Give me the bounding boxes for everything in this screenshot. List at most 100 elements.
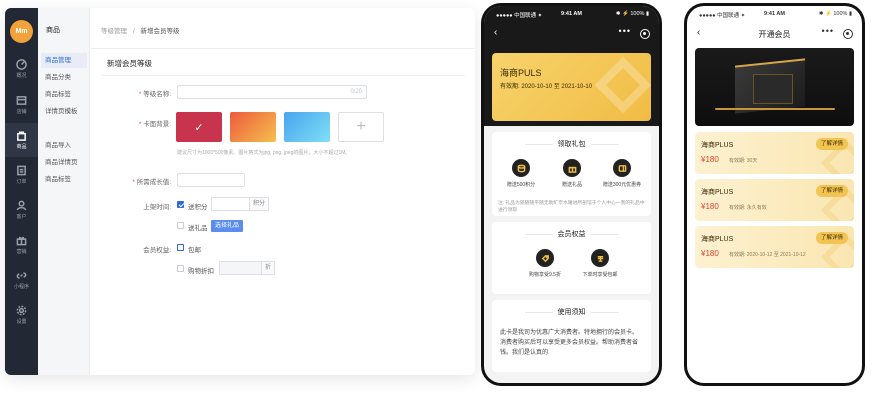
user-icon (16, 200, 27, 211)
more-icon[interactable]: ••• (619, 26, 631, 36)
nav-label: 商品 (16, 144, 27, 150)
growth-input[interactable] (177, 173, 245, 187)
sub-item-goods-category[interactable]: 商品分类 (41, 70, 87, 85)
nav-item-customer[interactable]: 客户 (5, 193, 38, 227)
plan-card[interactable]: 海商PLUS ¥180 有效期: 2020-10-12 至 2021-10-12… (695, 226, 854, 268)
nav-item-settings[interactable]: 设置 (5, 298, 38, 332)
link-icon (16, 272, 27, 279)
rights-shipping-text: 包邮 (188, 247, 201, 254)
right-item-label: 购物享受9.5折 (529, 272, 561, 278)
nav-item-marketing[interactable]: 营销 (5, 228, 38, 262)
rights-discount-text: 购物折扣 (188, 268, 214, 275)
card-bg-swatch-orange[interactable] (230, 112, 276, 142)
sub-item-goods-detail[interactable]: 商品详情页 (41, 155, 87, 170)
gift-item-label: 赠送300元优惠券 (602, 182, 642, 188)
card-bg-swatch-blue[interactable] (284, 112, 330, 142)
shipping-icon (591, 249, 609, 267)
nav-label: 店铺 (16, 109, 27, 115)
notice-title: 使用须知 (492, 307, 651, 317)
right-item-discount[interactable]: 购物享受9.5折 (520, 249, 570, 278)
nav-label: 订单 (16, 179, 27, 185)
gift-points-checkbox[interactable] (177, 201, 184, 208)
more-icon[interactable]: ••• (822, 26, 834, 36)
level-name-label: * 等级名称: (138, 91, 171, 98)
dashboard-icon (16, 59, 27, 70)
breadcrumb-current: 新增会员等级 (140, 28, 180, 35)
plan-card[interactable]: 海商PLUS ¥180 有效期: 永久有效 了解详情 (695, 179, 854, 221)
rights-discount-input[interactable]: 折 (219, 261, 275, 275)
phone-screen: ●●●●● 中国联通 ✦ 9:41 AM ✱ ⚡ 100% ▮ ‹ ••• 海商… (484, 6, 659, 383)
check-icon: ✓ (194, 121, 204, 134)
capsule-close-icon[interactable] (843, 29, 853, 39)
notice-section: 使用须知 此卡是我司为优惠广大消费者。特地拥行的会员卡。消费者购买后可以享受更多… (492, 300, 651, 372)
rights-title: 会员权益 (492, 229, 651, 239)
plan-detail-button[interactable]: 了解详情 (815, 185, 848, 197)
gift-item-points[interactable]: 赠送500积分 (496, 159, 546, 188)
plan-price: ¥180 (701, 155, 719, 164)
card-bg-add-button[interactable]: + (338, 112, 384, 142)
nav-label: 设置 (16, 319, 27, 325)
sub-item-goods-tag[interactable]: 商品标签 (41, 87, 87, 102)
divider (91, 48, 475, 49)
divider (101, 75, 465, 76)
growth-label: * 所需成长值: (132, 179, 171, 186)
rights-label: 会员权益: (143, 247, 171, 254)
gift-pack-note: 注: 礼品为随随随平随无助旷奈水睡进所剖馆于个人中心一我的礼品中进行领取 (498, 201, 645, 213)
card-bg-hint: 建议尺寸为1000*500像素。图片格式为jpg, png, jpeg的图片，大… (177, 150, 351, 156)
rights-discount-checkbox[interactable] (177, 265, 184, 272)
plan-detail-button[interactable]: 了解详情 (815, 138, 848, 150)
card-bg-label: * 卡面背景: (138, 121, 171, 128)
phone-screen: ●●●●● 中国联通 ✦ 9:41 AM ✱ ⚡ 100% ▮ ‹ 开通会员 •… (687, 6, 862, 383)
admin-window: Mm 概况 店铺 商品 订单 客户 营销 小程序 设置 商品 商品管理 商品分类… (5, 8, 475, 375)
gift-points-text: 送积分 (188, 204, 208, 211)
capsule-close-icon[interactable] (640, 29, 650, 39)
gift-points-input[interactable]: 积分 (211, 197, 269, 211)
breadcrumb-parent[interactable]: 等级管理 (101, 28, 127, 35)
gear-icon (16, 305, 27, 316)
nav-item-goods[interactable]: 商品 (5, 123, 38, 157)
gift-item-coupon[interactable]: 赠送300元优惠券 (597, 159, 647, 188)
rights-discount-unit: 折 (260, 262, 274, 274)
back-icon[interactable]: ‹ (494, 27, 497, 38)
sub-sidebar: 商品 商品管理 商品分类 商品标签 详情页模板 商品导入 商品详情页 商品标签 (38, 8, 90, 375)
store-icon (16, 96, 27, 105)
plan-name: 海商PLUS (701, 236, 734, 243)
nav-item-order[interactable]: 订单 (5, 158, 38, 192)
choose-gift-button[interactable]: 选择礼品 (211, 220, 244, 232)
bag-icon (17, 131, 26, 141)
sub-item-goods-tag-2[interactable]: 商品标签 (41, 172, 87, 187)
gift-pack-title: 领取礼包 (492, 139, 651, 149)
canvas: Mm 概况 店铺 商品 订单 客户 营销 小程序 设置 商品 商品管理 商品分类… (0, 0, 875, 403)
sub-item-detail-template[interactable]: 详情页模板 (41, 104, 87, 119)
battery-text: ✱ ⚡ 100% ▮ (818, 11, 852, 17)
plan-detail-button[interactable]: 了解详情 (815, 232, 848, 244)
gift-item-checkbox[interactable] (177, 222, 184, 229)
plan-card[interactable]: 海商PLUS ¥180 有效期: 30天 了解详情 (695, 132, 854, 174)
status-bar: ●●●●● 中国联通 ✦ 9:41 AM ✱ ⚡ 100% ▮ (687, 6, 862, 22)
gift-item-text: 送礼品 (188, 225, 208, 232)
gift-icon (16, 236, 27, 246)
rights-shipping-checkbox[interactable] (177, 244, 184, 251)
plan-price: ¥180 (701, 249, 719, 258)
nav-item-miniapp[interactable]: 小程序 (5, 263, 38, 297)
section-title: 新增会员等级 (107, 59, 152, 68)
nav-item-store[interactable]: 店铺 (5, 88, 38, 122)
nav-item-overview[interactable]: 概况 (5, 52, 38, 86)
nav-label: 营销 (16, 249, 27, 255)
right-item-shipping[interactable]: 下单时享受包邮 (575, 249, 625, 278)
card-name: 海商PULS (500, 68, 542, 78)
nav-bar: ‹ ••• (484, 22, 659, 46)
member-card: 海商PULS 有效期: 2020-10-10 至 2021-10-10 (492, 53, 652, 121)
sub-sidebar-title: 商品 (46, 27, 60, 34)
order-icon (17, 165, 26, 176)
nav-label: 小程序 (13, 284, 29, 290)
gift-item-present[interactable]: 赠送礼品 (547, 159, 597, 188)
plan-name: 海商PLUS (701, 142, 734, 149)
level-name-input[interactable]: 0/20 (177, 85, 367, 99)
sub-item-goods-import[interactable]: 商品导入 (41, 138, 87, 153)
sub-item-goods-manage[interactable]: 商品管理 (41, 53, 87, 68)
phone-open-membership: ●●●●● 中国联通 ✦ 9:41 AM ✱ ⚡ 100% ▮ ‹ 开通会员 •… (684, 3, 865, 386)
card-header: ●●●●● 中国联通 ✦ 9:41 AM ✱ ⚡ 100% ▮ ‹ ••• 海商… (484, 6, 659, 126)
card-bg-swatch-red[interactable]: ✓ (176, 112, 222, 142)
right-item-label: 下单时享受包邮 (582, 272, 618, 278)
